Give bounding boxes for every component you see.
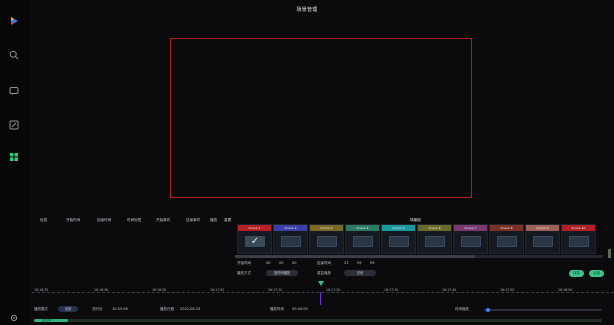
settings-icon[interactable] <box>9 313 19 323</box>
scene-card-6[interactable]: Scene 6 <box>417 224 452 254</box>
scene-label: Scene 4 <box>346 225 379 231</box>
scene-thumbnail <box>461 236 481 247</box>
toolbar-item-time-tag[interactable]: 时间标签 <box>127 218 141 223</box>
scene-label: Scene 3 <box>310 225 343 231</box>
start-time-label: 开始时间 <box>237 261 251 265</box>
end-second[interactable]: 59 <box>370 261 374 265</box>
end-minute[interactable]: 59 <box>357 261 361 265</box>
repeat-label: 重复播放 <box>317 271 331 275</box>
scene-label: Scene 9 <box>526 225 559 231</box>
scene-thumbnail <box>317 236 337 247</box>
play-mode-select[interactable]: 按时间播放 <box>266 270 298 276</box>
scene-label: Scene 6 <box>418 225 451 231</box>
playhead-marker[interactable] <box>318 281 324 286</box>
save-button[interactable]: 保存 <box>569 270 584 277</box>
progress-text: 加载中 <box>42 318 52 322</box>
duration-label: 总时长 <box>92 307 103 311</box>
current-time-value: 00:00:00 <box>292 307 308 311</box>
zoom-slider-knob[interactable] <box>486 308 490 312</box>
current-time-label: 播放时间 <box>270 307 284 311</box>
edit-icon[interactable] <box>7 118 21 132</box>
end-time-label: 结束时间 <box>317 261 331 265</box>
scene-scrollbar-thumb[interactable] <box>235 255 475 258</box>
scene-label: Scene 2 <box>274 225 307 231</box>
grid-icon[interactable] <box>7 150 21 164</box>
scene-thumbnail <box>425 236 445 247</box>
play-mode-label: 播放方式 <box>237 271 251 275</box>
toolbar-item-info[interactable]: 信息 <box>40 218 47 223</box>
progress-fill <box>34 319 69 322</box>
toolbar-item-start-time[interactable]: 开始时间 <box>66 218 80 223</box>
start-second[interactable]: 00 <box>292 261 296 265</box>
scene-card-2[interactable]: Scene 2 <box>273 224 308 254</box>
duration-value: 10:55:56 <box>112 307 128 311</box>
scene-label: Scene 8 <box>490 225 523 231</box>
play-icon[interactable] <box>7 14 21 28</box>
start-minute[interactable]: 00 <box>279 261 283 265</box>
date-value: 2022-06-15 <box>180 307 201 311</box>
end-hour[interactable]: 23 <box>344 261 348 265</box>
progress-track <box>34 319 602 322</box>
scene-card-10[interactable]: Scene 10 <box>561 224 596 254</box>
scene-label: Scene 7 <box>454 225 487 231</box>
search-icon[interactable] <box>7 48 21 62</box>
bottom-mode-select[interactable]: 全部 <box>58 306 78 312</box>
zoom-slider[interactable] <box>484 309 602 311</box>
scene-card-9[interactable]: Scene 9 <box>525 224 560 254</box>
timeline-ruler[interactable] <box>32 292 614 295</box>
scene-card-1[interactable]: Scene 1 ✓ <box>237 224 272 254</box>
output-frame <box>170 38 472 198</box>
apply-button[interactable]: 应用 <box>589 270 604 277</box>
scene-thumbnail <box>497 236 517 247</box>
start-hour[interactable]: 00 <box>266 261 270 265</box>
scene-group-header: 场景组 <box>410 218 421 222</box>
scene-label: Scene 1 <box>238 225 271 231</box>
zoom-label: 时间缩放 <box>455 307 469 311</box>
chat-icon[interactable] <box>7 84 21 98</box>
repeat-select[interactable]: 关闭 <box>344 270 376 276</box>
scene-thumbnail <box>353 236 373 247</box>
scene-card-3[interactable]: Scene 3 <box>309 224 344 254</box>
check-icon: ✓ <box>245 236 265 247</box>
toolbar-item-end-time[interactable]: 结束时间 <box>97 218 111 223</box>
scene-card-4[interactable]: Scene 4 <box>345 224 380 254</box>
date-label: 播放日期 <box>160 307 174 311</box>
scene-thumbnail <box>389 236 409 247</box>
toolbar-item-play[interactable]: 播放 <box>210 218 217 223</box>
scene-thumbnail <box>281 236 301 247</box>
scene-card-7[interactable]: Scene 7 <box>453 224 488 254</box>
page-title: 场景管理 <box>296 7 318 13</box>
toolbar-item-reset[interactable]: 重置 <box>224 218 231 223</box>
toolbar-item-start-event[interactable]: 开始事件 <box>156 218 170 223</box>
scene-thumbnail <box>569 236 589 247</box>
toolbar-item-end-event[interactable]: 结束事件 <box>186 218 200 223</box>
scene-label: Scene 10 <box>562 225 595 231</box>
bottom-mode-label: 播放模式 <box>34 307 48 311</box>
scene-card-5[interactable]: Scene 5 <box>381 224 416 254</box>
scene-card-8[interactable]: Scene 8 <box>489 224 524 254</box>
scene-thumbnail <box>533 236 553 247</box>
scroll-edge-handle[interactable] <box>608 249 611 258</box>
sidebar <box>0 0 30 325</box>
scene-label: Scene 5 <box>382 225 415 231</box>
